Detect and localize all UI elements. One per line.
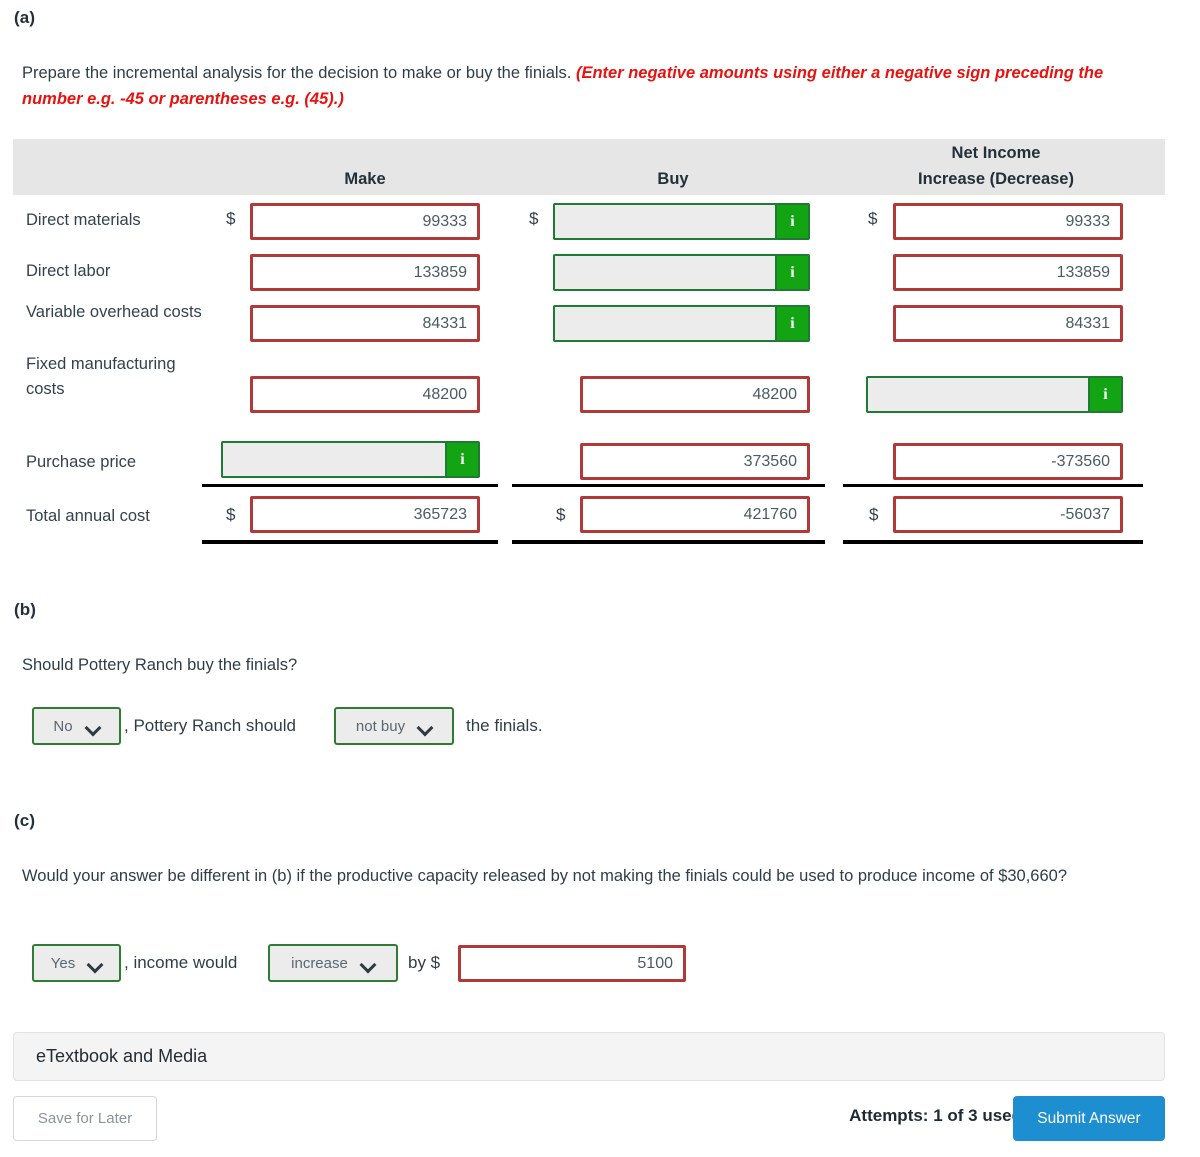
attempts-counter: Attempts: 1 of 3 used — [849, 1106, 1022, 1125]
info-icon[interactable]: i — [775, 256, 808, 289]
dollar-sign-net-total: $ — [869, 505, 879, 524]
save-for-later-label: Save for Later — [37, 1110, 133, 1127]
info-icon[interactable]: i — [775, 307, 808, 340]
input-buy-total-annual-cost[interactable]: 421760 — [580, 496, 810, 533]
total-rule-make — [202, 540, 498, 544]
total-rule-buy — [512, 540, 825, 544]
dropdown-different-yesno-value: Yes — [50, 954, 76, 972]
section-a-prompt: Prepare the incremental analysis for the… — [22, 60, 1122, 112]
section-c-label: (c) — [14, 811, 36, 830]
dropdown-different-yesno[interactable]: Yes — [32, 944, 121, 982]
dropdown-should-buy-yesno[interactable]: No — [32, 707, 121, 745]
etextbook-and-media-label: eTextbook and Media — [36, 1046, 208, 1066]
dollar-sign-make-total: $ — [226, 505, 236, 524]
row-label-fixed-manufacturing-costs: Fixed manufacturing costs — [26, 355, 176, 398]
input-buy-fixed-manufacturing[interactable]: 48200 — [580, 376, 810, 413]
section-a-label: (a) — [14, 8, 36, 27]
info-icon[interactable]: i — [1088, 378, 1121, 411]
column-header-make: Make — [344, 170, 386, 188]
chevron-down-icon — [87, 722, 100, 730]
section-c-mid-text: , income would — [124, 953, 238, 972]
dollar-sign-net-direct-materials: $ — [868, 209, 878, 228]
input-make-variable-overhead[interactable]: 84331 — [250, 305, 480, 342]
row-label-variable-overhead-costs: Variable overhead costs — [26, 303, 202, 321]
subtotal-rule-net — [843, 484, 1143, 487]
info-icon[interactable]: i — [775, 205, 808, 238]
input-net-fixed-manufacturing-field[interactable] — [868, 378, 1088, 411]
column-header-buy: Buy — [657, 170, 689, 188]
input-income-amount[interactable]: 5100 — [458, 945, 686, 982]
input-buy-direct-materials-field[interactable] — [555, 205, 775, 238]
etextbook-and-media-bar[interactable]: eTextbook and Media — [13, 1032, 1165, 1081]
input-net-fixed-manufacturing[interactable]: i — [866, 376, 1123, 413]
chevron-down-icon — [419, 722, 432, 730]
submit-answer-button[interactable]: Submit Answer — [1013, 1096, 1165, 1141]
input-make-direct-labor[interactable]: 133859 — [250, 254, 480, 291]
dropdown-income-direction[interactable]: increase — [268, 944, 398, 982]
chevron-down-icon — [362, 959, 375, 967]
input-net-total-annual-cost[interactable]: -56037 — [893, 496, 1123, 533]
row-label-total-annual-cost: Total annual cost — [26, 507, 150, 525]
input-make-purchase-price-field[interactable] — [223, 443, 445, 476]
input-net-variable-overhead[interactable]: 84331 — [893, 305, 1123, 342]
subtotal-rule-make — [202, 484, 498, 487]
section-b-tail-text: the finials. — [466, 716, 543, 735]
input-make-purchase-price[interactable]: i — [221, 441, 480, 478]
chevron-down-icon — [89, 959, 102, 967]
input-net-direct-materials[interactable]: 99333 — [893, 203, 1123, 240]
info-icon[interactable]: i — [445, 443, 478, 476]
input-net-purchase-price[interactable]: -373560 — [893, 443, 1123, 480]
input-buy-variable-overhead-field[interactable] — [555, 307, 775, 340]
dropdown-buy-action[interactable]: not buy — [334, 707, 454, 745]
row-label-direct-materials: Direct materials — [26, 211, 141, 229]
section-b-mid-text: , Pottery Ranch should — [124, 716, 296, 735]
dropdown-should-buy-yesno-value: No — [53, 717, 73, 735]
input-make-direct-materials[interactable]: 99333 — [250, 203, 480, 240]
section-b-question: Should Pottery Ranch buy the finials? — [22, 656, 298, 674]
dollar-sign-buy-direct-materials: $ — [529, 209, 539, 228]
input-make-fixed-manufacturing[interactable]: 48200 — [250, 376, 480, 413]
row-label-purchase-price: Purchase price — [26, 453, 137, 471]
dollar-sign-make-direct-materials: $ — [226, 209, 236, 228]
section-c-by-text: by $ — [408, 953, 441, 972]
column-header-net-income-line2: Increase (Decrease) — [918, 170, 1074, 188]
input-buy-purchase-price[interactable]: 373560 — [580, 443, 810, 480]
input-buy-direct-materials[interactable]: i — [553, 203, 810, 240]
input-make-total-annual-cost[interactable]: 365723 — [250, 496, 480, 533]
dropdown-income-direction-value: increase — [291, 954, 348, 972]
save-for-later-button[interactable]: Save for Later — [13, 1096, 157, 1141]
section-c-question: Would your answer be different in (b) if… — [22, 867, 1068, 885]
input-buy-direct-labor-field[interactable] — [555, 256, 775, 289]
submit-answer-label: Submit Answer — [1037, 1109, 1141, 1127]
section-b-label: (b) — [14, 600, 37, 619]
section-a-prompt-text: Prepare the incremental analysis for the… — [22, 64, 576, 82]
input-buy-direct-labor[interactable]: i — [553, 254, 810, 291]
dropdown-buy-action-value: not buy — [355, 717, 406, 735]
input-buy-variable-overhead[interactable]: i — [553, 305, 810, 342]
row-label-direct-labor: Direct labor — [26, 262, 111, 280]
total-rule-net — [843, 540, 1143, 544]
dollar-sign-buy-total: $ — [556, 505, 566, 524]
subtotal-rule-buy — [512, 484, 825, 487]
column-header-net-income-line1: Net Income — [951, 144, 1041, 162]
input-net-direct-labor[interactable]: 133859 — [893, 254, 1123, 291]
exercise-page: (a) Prepare the incremental analysis for… — [0, 0, 1200, 1157]
